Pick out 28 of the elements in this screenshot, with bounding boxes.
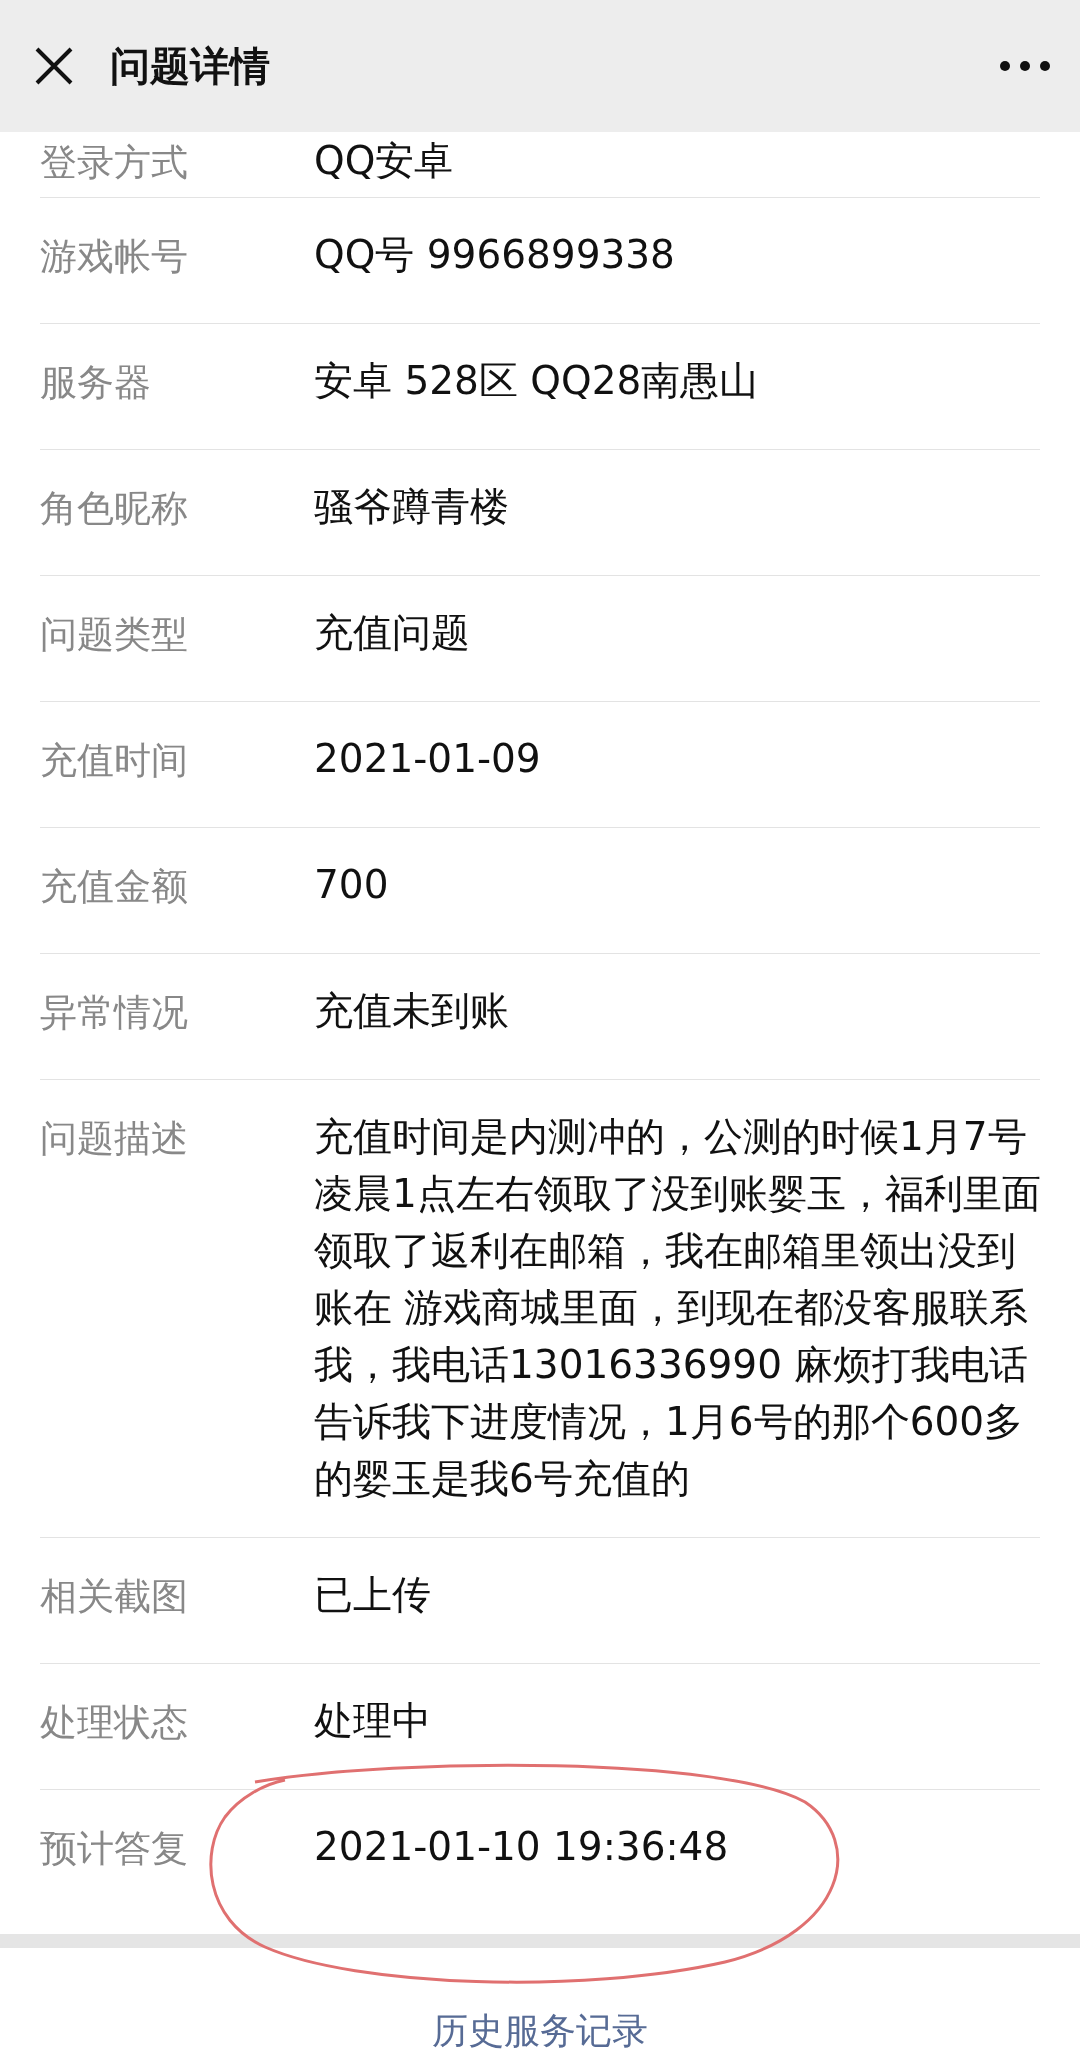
- field-label: 预计答复: [40, 1826, 189, 1872]
- field-value: 骚爷蹲青楼: [314, 483, 510, 531]
- field-value: 700: [314, 861, 390, 909]
- field-value: 安卓 528区 QQ28南愚山: [314, 357, 760, 405]
- field-value: QQ安卓: [314, 137, 455, 185]
- field-label: 角色昵称: [40, 486, 189, 532]
- field-label: 问题类型: [40, 612, 189, 658]
- field-value: 充值未到账: [314, 987, 510, 1035]
- field-label: 异常情况: [40, 990, 189, 1036]
- field-value: QQ号 9966899338: [314, 231, 676, 279]
- field-value: 充值问题: [314, 609, 471, 657]
- field-value: 2021-01-10 19:36:48: [314, 1823, 730, 1871]
- field-value: 已上传: [314, 1571, 432, 1619]
- more-icon[interactable]: [1000, 61, 1050, 71]
- field-label: 处理状态: [40, 1700, 189, 1746]
- history-link[interactable]: 历史服务记录: [432, 2007, 648, 2056]
- field-label: 充值金额: [40, 864, 189, 910]
- field-label: 相关截图: [40, 1574, 189, 1620]
- field-value: 处理中: [314, 1697, 432, 1745]
- field-label: 游戏帐号: [40, 234, 189, 280]
- field-label: 登录方式: [40, 140, 189, 186]
- close-icon[interactable]: [34, 46, 74, 86]
- field-label: 问题描述: [40, 1116, 189, 1162]
- field-label: 服务器: [40, 360, 152, 406]
- page-title: 问题详情: [110, 41, 271, 91]
- field-value: 充值时间是内测冲的，公测的时候1月7号凌晨1点左右领取了没到账婴玉，福利里面领取了返利在邮箱，我在邮箱里领出没到账在 游戏商城里面，到现在都没客服联系我，我电话13016336990 麻烦打我电话告诉我下进度情况，1月6号的那个600多的婴玉是我6号充值的: [314, 1113, 1042, 1503]
- field-label: 充值时间: [40, 738, 189, 784]
- field-value: 2021-01-09: [314, 735, 542, 783]
